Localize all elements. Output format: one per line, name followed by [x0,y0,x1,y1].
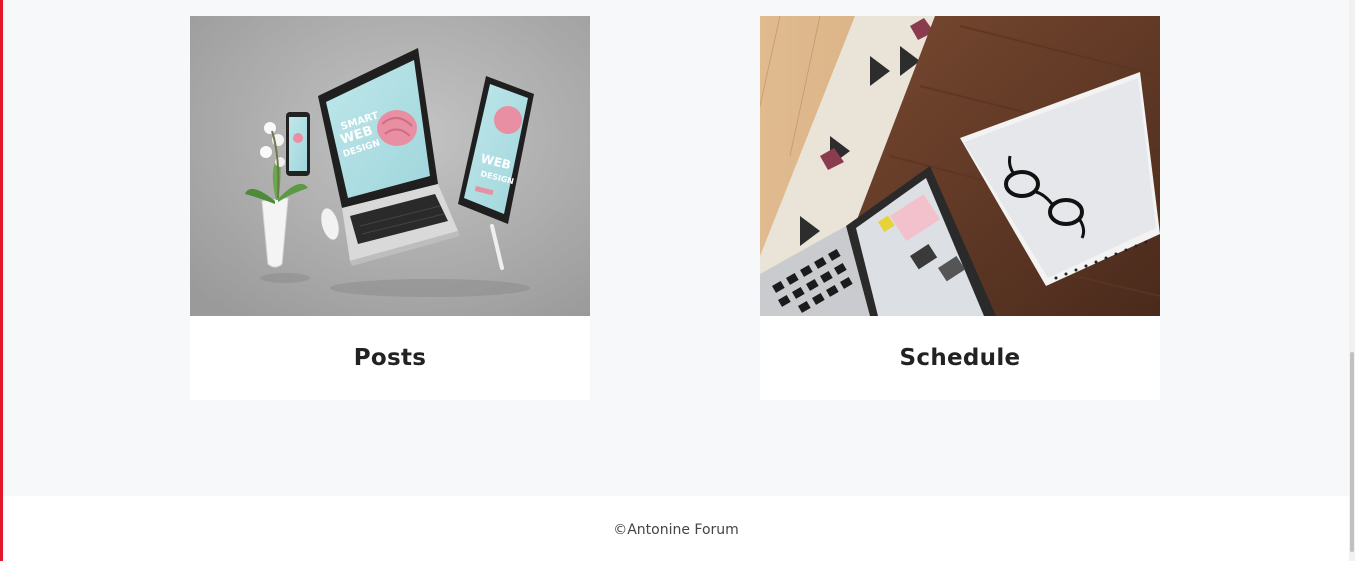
schedule-card[interactable]: Schedule [760,16,1160,400]
schedule-card-image [760,16,1160,316]
vertical-scrollbar[interactable] [1349,0,1355,561]
posts-card[interactable]: SMART WEB DESIGN WEB DESIGN Posts [190,16,590,400]
left-accent-bar [0,0,3,561]
scrollbar-thumb[interactable] [1350,352,1354,552]
schedule-card-title[interactable]: Schedule [760,316,1160,400]
footer-copyright: ©Antonine Forum [613,521,739,538]
posts-card-image: SMART WEB DESIGN WEB DESIGN [190,16,590,316]
footer: ©Antonine Forum [3,496,1349,561]
posts-card-title[interactable]: Posts [190,316,590,400]
